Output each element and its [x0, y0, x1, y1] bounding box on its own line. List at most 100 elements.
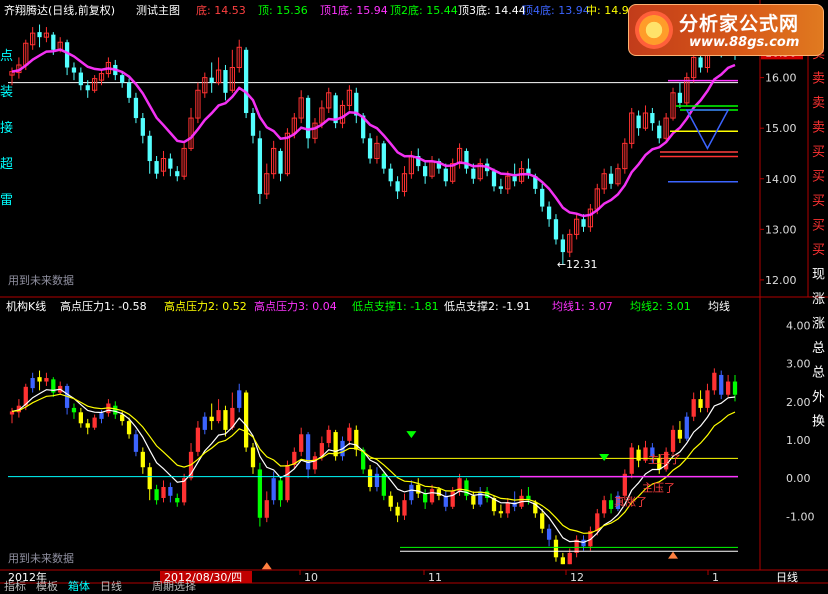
bottom-tab-2[interactable]: 箱体: [68, 579, 90, 593]
site-logo: 分析家公式网 www.88gs.com: [628, 4, 824, 56]
ind-candle-body: [223, 410, 228, 430]
ind-candle-body: [395, 506, 400, 516]
stock-chart-window: 齐翔腾达(日线,前复权) 测试主图 底: 14.53 顶: 15.36 顶1底: 15.…: [0, 0, 828, 593]
left-sidebar-char: 点: [0, 49, 13, 64]
ind-candle-body: [677, 429, 683, 439]
ind-candle-body: [44, 378, 49, 382]
main-candle-body: [154, 161, 159, 174]
ind-candle-body: [278, 480, 283, 501]
main-candle-body: [471, 168, 476, 179]
main-price-tick: 12.00: [765, 274, 797, 287]
ind-candle-body: [698, 399, 703, 408]
ind-candle-body: [99, 413, 104, 419]
ind-candle-body: [409, 484, 414, 501]
ind-candle-body: [553, 539, 559, 558]
ind-candle-body: [85, 423, 90, 428]
annotation-real-rise: 真涨了: [614, 495, 647, 509]
ind-candle-body: [326, 429, 331, 444]
main-candle-body: [250, 113, 256, 136]
bottom-tab-1[interactable]: 模板: [36, 579, 58, 593]
ind-ma-label: 均线: [708, 299, 730, 313]
low-price-label: ←12.31: [557, 258, 598, 271]
right-panel-char: 外: [812, 390, 825, 405]
ind-candle-body: [147, 467, 152, 490]
main-candle-body: [636, 115, 641, 129]
ind-candle-body: [567, 552, 572, 565]
ind-candle-body: [299, 434, 304, 452]
logo-title: 分析家公式网: [679, 13, 800, 35]
right-panel-char: 卖: [812, 121, 825, 136]
ind-watermark: 用到未来数据: [8, 551, 74, 565]
ind-candle-body: [250, 447, 256, 468]
left-sidebar-char: 雷: [0, 193, 13, 208]
left-sidebar-char: 超: [0, 157, 13, 172]
main-candle-body: [140, 118, 145, 136]
main-candle-body: [209, 77, 214, 83]
logo-url: www.88gs.com: [689, 35, 800, 50]
main-candle-body: [305, 97, 311, 139]
ind-low-support-1: 低点支撑1: -1.81: [352, 299, 439, 313]
ind-candle-body: [505, 502, 510, 514]
main-candle-body: [698, 57, 703, 68]
ind-value-tick: 0.00: [786, 472, 811, 485]
ind-ma-2: 均线2: 3.01: [630, 299, 691, 313]
ind-candle-body: [732, 381, 738, 395]
ind-candle-body: [540, 513, 545, 529]
ind-candle-body: [719, 374, 724, 395]
bottom-tab-3[interactable]: 日线: [100, 579, 122, 593]
main-candle-body: [175, 171, 180, 177]
main-candle-body: [395, 181, 400, 192]
ind-candle-body: [450, 491, 455, 507]
ind-candle-body: [443, 495, 448, 507]
ind-candle-body: [367, 469, 373, 487]
main-candle-body: [147, 135, 152, 162]
ind-candle-body: [237, 390, 242, 408]
annotation-pressure-1: 主压了: [648, 453, 681, 466]
right-panel-char: 卖: [812, 72, 825, 87]
ind-candle-body: [154, 489, 159, 501]
ind-candle-body: [37, 377, 42, 382]
ind-candle-body: [168, 486, 173, 496]
main-candle-body: [657, 125, 662, 139]
main-candle-body: [120, 75, 125, 83]
header-bottom-value: 底: 14.53: [196, 3, 246, 17]
bottom-tab-0[interactable]: 指标: [4, 579, 26, 593]
right-panel-char: 买: [812, 243, 825, 258]
header-top3-value: 顶3底: 14.44: [458, 3, 526, 17]
right-panel-char: 换: [812, 415, 825, 430]
main-candle-body: [168, 158, 173, 169]
ind-candle-body: [126, 421, 132, 435]
ind-candle-body: [113, 405, 118, 415]
ind-candle-body: [9, 411, 15, 415]
main-watermark: 用到未来数据: [8, 273, 74, 287]
chart-canvas[interactable]: 齐翔腾达(日线,前复权) 测试主图 底: 14.53 顶: 15.36 顶1底: 15.…: [0, 0, 828, 593]
main-candle-body: [71, 67, 77, 73]
main-candle-body: [133, 97, 139, 119]
main-price-tick: 13.00: [765, 223, 797, 236]
main-candle-body: [464, 150, 469, 169]
bottom-tab-4[interactable]: 周期选择: [152, 579, 196, 593]
flower-logo-icon: [635, 11, 673, 49]
header-top2-value: 顶2底: 15.44: [390, 3, 458, 17]
ind-candle-body: [546, 528, 552, 540]
main-candle-body: [37, 32, 42, 38]
left-sidebar-char: 装: [0, 85, 13, 100]
ind-candle-body: [560, 557, 565, 565]
right-panel-char: 买: [812, 145, 825, 160]
main-candle-body: [553, 219, 559, 240]
ind-candle-body: [30, 378, 35, 389]
main-candle-body: [126, 82, 132, 98]
main-candle-body: [243, 49, 249, 114]
right-panel-char: 总: [812, 366, 825, 381]
ind-candle-body: [78, 412, 83, 424]
ind-candle-body: [175, 497, 180, 503]
ind-candle-body: [312, 456, 318, 470]
header-stock-name: 齐翔腾达(日线,前复权): [4, 3, 115, 17]
time-month-label: 12: [570, 571, 584, 584]
ind-high-pressure-1: 高点压力1: -0.58: [60, 299, 147, 313]
main-candle-body: [223, 70, 228, 93]
header-formula-name: 测试主图: [136, 4, 180, 17]
ind-candle-body: [388, 495, 393, 507]
main-candle-body: [278, 150, 283, 174]
ind-candle-body: [243, 392, 249, 448]
